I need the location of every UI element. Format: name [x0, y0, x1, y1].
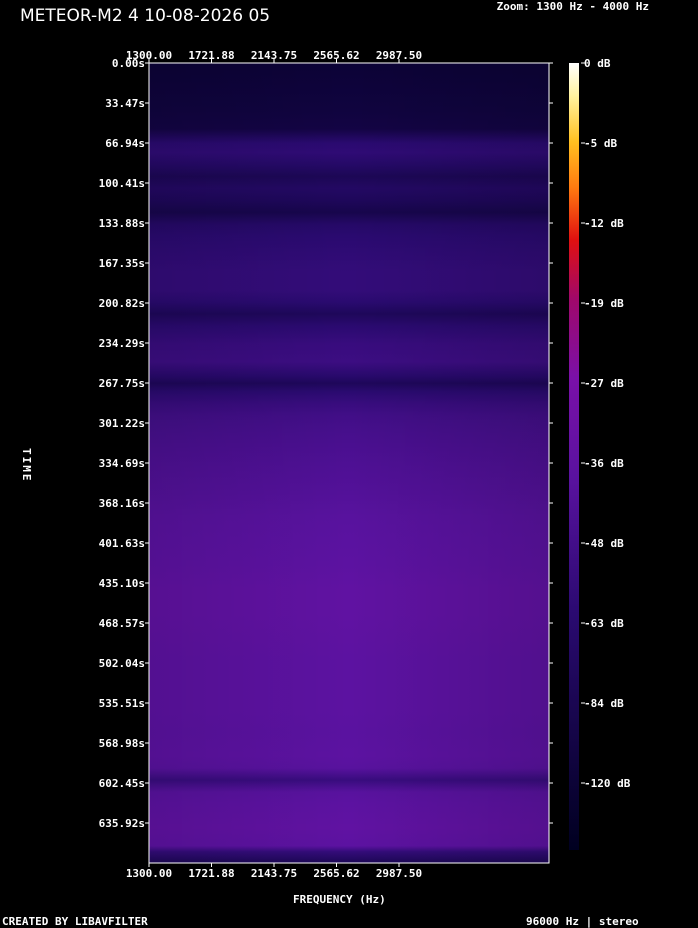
y-tick-label: 334.69s: [99, 457, 145, 470]
x-tick-label-bottom: 1721.88: [188, 867, 234, 880]
y-tick-label: 635.92s: [99, 817, 145, 830]
y-tick-label: 133.88s: [99, 217, 145, 230]
y-tick-label: 200.82s: [99, 297, 145, 310]
colorbar-label: -36 dB: [584, 457, 624, 470]
colorbar-label: -63 dB: [584, 617, 624, 630]
y-tick-label: 502.04s: [99, 657, 145, 670]
x-tick-label-bottom: 2565.62: [313, 867, 359, 880]
y-tick-label: 602.45s: [99, 777, 145, 790]
y-tick-label: 401.63s: [99, 537, 145, 550]
x-axis-label: FREQUENCY (Hz): [293, 893, 386, 906]
y-tick-label: 0.00s: [112, 57, 145, 70]
y-tick-label: 100.41s: [99, 177, 145, 190]
y-tick-label: 468.57s: [99, 617, 145, 630]
y-tick-label: 568.98s: [99, 737, 145, 750]
colorbar-label: -27 dB: [584, 377, 624, 390]
colorbar-label: -120 dB: [584, 777, 631, 790]
spectrogram-chart: 1300.001300.001721.881721.882143.752143.…: [99, 49, 631, 880]
y-tick-label: 66.94s: [105, 137, 145, 150]
x-tick-label-top: 2143.75: [251, 49, 297, 62]
colorbar-label: -84 dB: [584, 697, 624, 710]
sample-info-label: 96000 Hz | stereo: [526, 915, 639, 928]
x-tick-label-top: 2565.62: [313, 49, 359, 62]
y-tick-label: 167.35s: [99, 257, 145, 270]
colorbar-label: -48 dB: [584, 537, 624, 550]
y-tick-label: 267.75s: [99, 377, 145, 390]
y-tick-label: 368.16s: [99, 497, 145, 510]
colorbar-label: -19 dB: [584, 297, 624, 310]
x-tick-label-top: 1721.88: [188, 49, 234, 62]
x-tick-label-bottom: 2143.75: [251, 867, 297, 880]
y-axis-label: TIME: [20, 448, 33, 483]
colorbar-label: 0 dB: [584, 57, 611, 70]
colorbar: [569, 63, 579, 850]
y-tick-label: 435.10s: [99, 577, 145, 590]
y-tick-label: 535.51s: [99, 697, 145, 710]
heatmap-shading: [149, 63, 549, 863]
created-by-label: CREATED BY LIBAVFILTER: [2, 915, 148, 928]
y-tick-label: 33.47s: [105, 97, 145, 110]
colorbar-label: -12 dB: [584, 217, 624, 230]
y-tick-label: 301.22s: [99, 417, 145, 430]
x-tick-label-top: 2987.50: [376, 49, 422, 62]
x-tick-label-bottom: 2987.50: [376, 867, 422, 880]
y-tick-label: 234.29s: [99, 337, 145, 350]
x-tick-label-bottom: 1300.00: [126, 867, 172, 880]
colorbar-label: -5 dB: [584, 137, 617, 150]
